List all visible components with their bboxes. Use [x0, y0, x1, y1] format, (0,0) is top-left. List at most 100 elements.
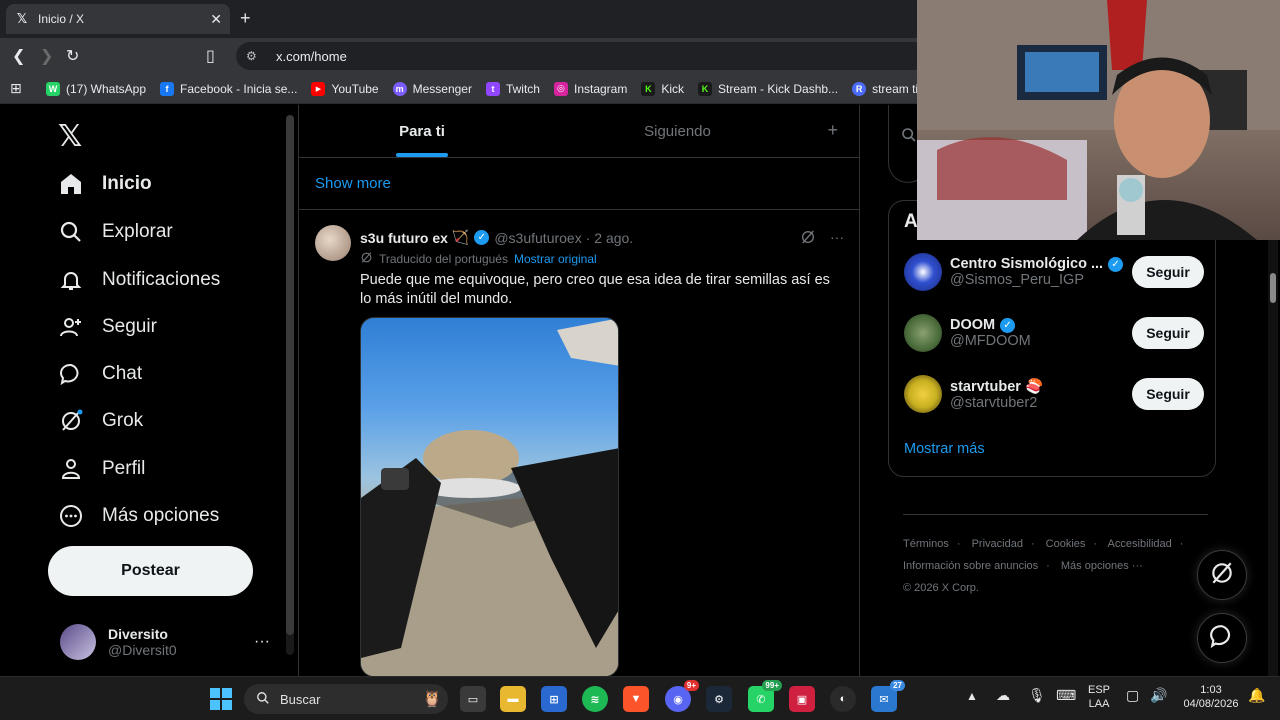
tab-para-ti[interactable]: Para ti — [299, 105, 545, 157]
reload-icon[interactable]: ↻ — [66, 46, 79, 66]
bookmark-whatsapp[interactable]: W (17) WhatsApp — [46, 81, 146, 96]
footer-link-cookies[interactable]: Cookies — [1046, 538, 1086, 550]
site-info-icon[interactable]: ⚙ — [246, 49, 262, 63]
notification-bell-icon[interactable]: 🔔 — [1248, 688, 1265, 702]
show-more-link[interactable]: Show more — [299, 158, 860, 210]
youtube-icon: ▶ — [311, 81, 326, 96]
nav-item-mas-opciones[interactable]: Más opciones — [58, 503, 219, 529]
footer-link-anuncios[interactable]: Información sobre anuncios — [903, 560, 1038, 572]
more-icon[interactable]: ··· — [254, 633, 270, 651]
add-tab-icon[interactable]: + — [827, 120, 838, 141]
nav-item-grok[interactable]: Grok — [58, 408, 143, 434]
tweet-timestamp[interactable]: · 2 ago. — [586, 230, 633, 246]
url-field[interactable]: ⚙ x.com/home — [236, 42, 936, 70]
bookmark-messenger[interactable]: m Messenger — [392, 81, 472, 96]
apps-grid-icon[interactable]: ⊞ — [10, 80, 26, 97]
footer-link-mas-opciones[interactable]: Más opciones ··· — [1061, 560, 1143, 572]
tab-title: Inicio / X — [38, 12, 85, 26]
bell-icon — [58, 267, 84, 293]
chat-icon — [1209, 623, 1235, 654]
tab-siguiendo[interactable]: Siguiendo — [545, 105, 810, 157]
file-explorer-icon[interactable]: ▬ — [500, 686, 526, 712]
follow-suggestion[interactable]: starvtuber 🍣 @starvtuber2 Seguir — [904, 369, 1204, 419]
windows-start-icon[interactable] — [208, 686, 234, 712]
microsoft-store-icon[interactable]: ⊞ — [541, 686, 567, 712]
follow-suggestion[interactable]: DOOM ✓ @MFDOOM Seguir — [904, 308, 1204, 358]
keyboard-icon[interactable]: ⌨ — [1056, 688, 1076, 702]
bookmark-kick[interactable]: K Kick — [641, 81, 684, 96]
avatar[interactable] — [904, 375, 942, 413]
close-tab-icon[interactable]: ✕ — [210, 11, 222, 28]
divider — [903, 514, 1208, 515]
steam-icon[interactable]: ⚙ — [706, 686, 732, 712]
notification-badge: 27 — [890, 680, 905, 691]
tweet-author-name[interactable]: s3u futuro ex — [360, 230, 448, 246]
microphone-icon[interactable]: 🎙 — [1028, 688, 1046, 702]
suggestion-name[interactable]: DOOM — [950, 317, 995, 333]
follow-button[interactable]: Seguir — [1132, 317, 1204, 349]
nav-item-explorar[interactable]: Explorar — [58, 219, 173, 245]
bookmark-icon[interactable]: ▯ — [206, 46, 215, 66]
nav-item-notificaciones[interactable]: Notificaciones — [58, 267, 220, 293]
discord-icon[interactable]: ◉ 9+ — [665, 680, 699, 712]
network-icon[interactable]: ▢ — [1126, 688, 1139, 702]
tweet-avatar[interactable] — [315, 225, 351, 261]
clock-date: 04/08/2026 — [1183, 698, 1239, 710]
nav-item-perfil[interactable]: Perfil — [58, 456, 145, 482]
footer-link-privacidad[interactable]: Privacidad — [972, 538, 1023, 550]
x-logo-icon[interactable]: 𝕏 — [58, 119, 82, 154]
footer-link-accesibilidad[interactable]: Accesibilidad — [1108, 538, 1172, 550]
game-app-icon[interactable]: ▣ — [789, 686, 815, 712]
webcam-overlay — [917, 0, 1280, 240]
suggestion-name[interactable]: starvtuber 🍣 — [950, 378, 1043, 395]
notification-badge: 9+ — [683, 680, 699, 691]
messages-floating-button[interactable] — [1197, 613, 1247, 663]
brave-browser-icon[interactable]: ▼ — [623, 686, 649, 712]
bookmark-youtube[interactable]: ▶ YouTube — [311, 81, 379, 96]
back-arrow-icon[interactable]: ❮ — [12, 46, 25, 66]
cloud-icon[interactable]: ☁ — [996, 688, 1010, 702]
owl-widget-icon: 🦉 — [422, 691, 442, 708]
bookmark-facebook[interactable]: f Facebook - Inicia se... — [160, 81, 297, 96]
grok-floating-button[interactable] — [1197, 550, 1247, 600]
left-scrollbar[interactable] — [286, 115, 294, 655]
mail-icon[interactable]: ✉ 27 — [871, 680, 905, 712]
tweet[interactable]: s3u futuro ex 🏹 ✓ @s3ufuturoex · 2 ago. … — [299, 211, 860, 676]
nav-item-inicio[interactable]: Inicio — [58, 171, 152, 197]
left-scrollbar-thumb[interactable] — [286, 115, 294, 635]
follow-button[interactable]: Seguir — [1132, 378, 1204, 410]
task-view-icon[interactable]: ▭ — [460, 686, 486, 712]
follow-suggestion[interactable]: Centro Sismológico ... ✓ @Sismos_Peru_IGP… — [904, 247, 1204, 297]
show-more-suggestions-link[interactable]: Mostrar más — [904, 441, 985, 457]
new-tab-button[interactable]: + — [240, 8, 251, 29]
show-original-link[interactable]: Mostrar original — [514, 252, 597, 266]
clock[interactable]: 1:03 04/08/2026 — [1180, 683, 1242, 711]
post-button[interactable]: Postear — [48, 546, 253, 596]
grok-icon[interactable] — [800, 229, 816, 248]
more-icon[interactable]: ··· — [830, 229, 844, 248]
page-scrollbar-thumb[interactable] — [1270, 273, 1276, 303]
bookmark-kick-dashboard[interactable]: K Stream - Kick Dashb... — [698, 81, 838, 96]
chevron-up-icon[interactable]: ▲ — [966, 689, 978, 703]
avatar[interactable] — [904, 314, 942, 352]
nav-item-chat[interactable]: Chat — [58, 361, 142, 387]
taskbar-search[interactable]: Buscar 🦉 — [244, 684, 448, 714]
spotify-icon[interactable]: ≋ — [582, 686, 608, 712]
suggestion-name[interactable]: Centro Sismológico ... — [950, 256, 1103, 272]
obs-icon[interactable]: ◐ — [830, 686, 856, 712]
bookmark-twitch[interactable]: t Twitch — [485, 81, 540, 96]
tweet-author-handle[interactable]: @s3ufuturoex — [494, 230, 581, 246]
volume-icon[interactable]: 🔊 — [1150, 688, 1167, 702]
browser-tab[interactable]: 𝕏 Inicio / X ✕ — [6, 4, 230, 34]
kick-icon: K — [698, 81, 713, 96]
footer-link-terminos[interactable]: Términos — [903, 538, 949, 550]
whatsapp-icon[interactable]: ✆ 99+ — [748, 680, 782, 712]
follow-button[interactable]: Seguir — [1132, 256, 1204, 288]
account-switcher[interactable]: Diversito @Diversit0 ··· — [60, 620, 270, 664]
bookmark-instagram[interactable]: ◎ Instagram — [553, 81, 627, 96]
nav-item-seguir[interactable]: Seguir — [58, 314, 157, 340]
forward-arrow-icon[interactable]: ❯ — [40, 46, 53, 66]
language-indicator[interactable]: ESP LAA — [1088, 683, 1110, 711]
tweet-video[interactable] — [360, 317, 619, 676]
avatar[interactable] — [904, 253, 942, 291]
